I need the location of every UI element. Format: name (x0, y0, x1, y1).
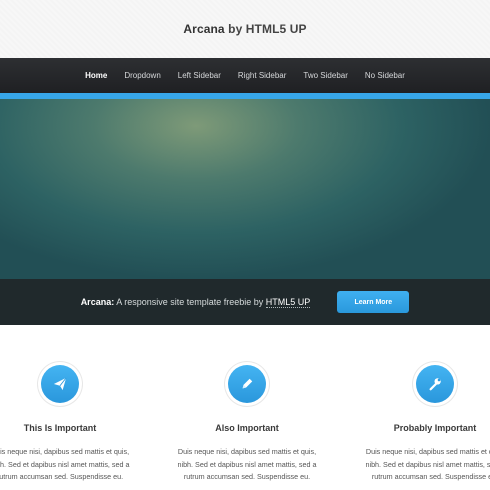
feature-text-line: rutrum accumsan sed. Suspendisse eu. (0, 472, 124, 481)
learn-more-button[interactable]: Learn More (337, 291, 410, 313)
cta-link[interactable]: HTML5 UP (265, 297, 311, 308)
feature-text-line: nibh. Sed et dapibus nisl amet mattis, s… (0, 459, 130, 469)
feature-text-line: rutrum accumsan sed. Suspendisse eu. (371, 472, 490, 481)
feature-text-line: Duis neque nisi, dapibus sed mattis et q… (0, 447, 130, 456)
site-byline: by HTML5 UP (224, 22, 307, 36)
wrench-icon (416, 365, 454, 403)
feature-title: This Is Important (23, 423, 97, 433)
nav-item-two-sidebar[interactable]: Two Sidebar (295, 71, 356, 80)
cta-bar: Arcana: A responsive site template freeb… (0, 279, 490, 325)
paper-plane-icon (41, 365, 79, 403)
nav-item-home[interactable]: Home (77, 71, 116, 97)
cta-description: A responsive site template freebie by (114, 297, 266, 307)
nav-item-no-sidebar[interactable]: No Sidebar (356, 71, 413, 80)
nav-list: Home Dropdown Left Sidebar Right Sidebar… (77, 71, 414, 97)
feature-text: Duis neque nisi, dapibus sed mattis et q… (157, 446, 337, 484)
nav-item-left-sidebar[interactable]: Left Sidebar (169, 71, 229, 80)
feature-text-line: nibh. Sed et dapibus nisl amet mattis, s… (177, 459, 317, 469)
feature-icon-ring (38, 362, 82, 406)
nav-item-right-sidebar[interactable]: Right Sidebar (229, 71, 294, 80)
feature-text: Duis neque nisi, dapibus sed mattis et q… (345, 446, 490, 484)
main-nav: Home Dropdown Left Sidebar Right Sidebar… (0, 58, 490, 97)
feature-icon-ring (225, 362, 269, 406)
feature-text: Duis neque nisi, dapibus sed mattis et q… (0, 446, 150, 484)
cta-text: Arcana: A responsive site template freeb… (80, 297, 311, 308)
feature-text-line: nibh. Sed et dapibus nisl amet mattis, s… (365, 459, 490, 469)
cta-brand: Arcana: (80, 297, 115, 307)
feature-text-line: rutrum accumsan sed. Suspendisse eu. (183, 472, 311, 481)
site-title[interactable]: Arcana by HTML5 UP (183, 22, 306, 36)
feature-text-line: Duis neque nisi, dapibus sed mattis et q… (365, 447, 490, 456)
nav-item-dropdown[interactable]: Dropdown (116, 71, 169, 80)
feature-icon-ring (413, 362, 457, 406)
feature-title: Probably Important (393, 423, 477, 433)
site-header: Arcana by HTML5 UP (0, 0, 490, 58)
feature-title: Also Important (215, 423, 279, 433)
site-brand: Arcana (183, 22, 225, 36)
hero-banner (0, 99, 490, 279)
features-section: This Is Important Duis neque nisi, dapib… (0, 325, 490, 490)
feature-text-line: Duis neque nisi, dapibus sed mattis et q… (177, 447, 317, 456)
pencil-icon (228, 365, 266, 403)
